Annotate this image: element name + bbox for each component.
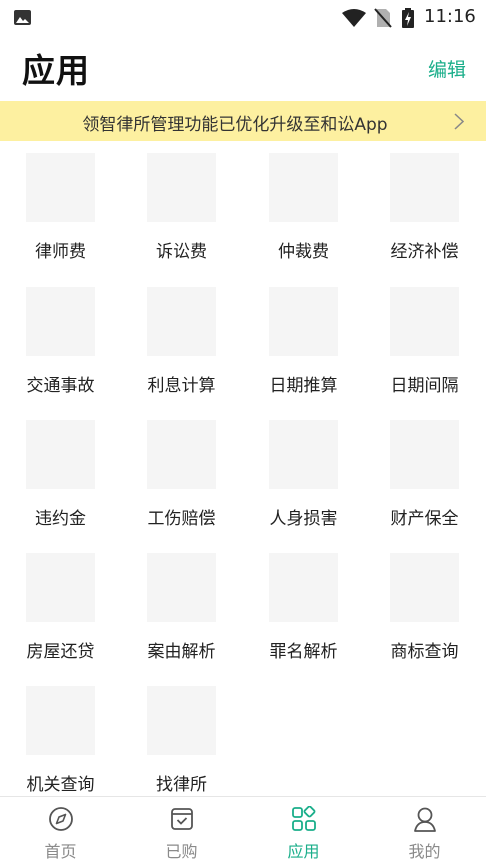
app-icon-placeholder xyxy=(269,420,338,489)
tab-label: 首页 xyxy=(44,842,77,861)
page-header: 应用 编辑 xyxy=(0,36,486,98)
app-charge-analysis[interactable]: 罪名解析 xyxy=(243,553,364,686)
app-icon-placeholder xyxy=(390,153,459,222)
tab-label: 我的 xyxy=(408,842,441,861)
tab-home[interactable]: 首页 xyxy=(0,797,121,864)
app-trademark-search[interactable]: 商标查询 xyxy=(364,553,485,686)
app-personal-injury[interactable]: 人身损害 xyxy=(243,420,364,553)
app-icon-placeholder xyxy=(269,553,338,622)
app-economic-compensation[interactable]: 经济补偿 xyxy=(364,153,485,286)
app-label: 财产保全 xyxy=(390,509,459,529)
app-case-cause[interactable]: 案由解析 xyxy=(121,553,242,686)
app-icon-placeholder xyxy=(390,553,459,622)
app-label: 利息计算 xyxy=(147,376,216,396)
app-icon-placeholder xyxy=(147,153,216,222)
edit-button[interactable]: 编辑 xyxy=(428,55,466,82)
app-label: 经济补偿 xyxy=(390,242,459,262)
app-icon-placeholder xyxy=(147,686,216,755)
tab-label: 应用 xyxy=(287,842,320,861)
app-icon-placeholder xyxy=(26,686,95,755)
app-property-preservation[interactable]: 财产保全 xyxy=(364,420,485,553)
app-label: 诉讼费 xyxy=(156,242,207,262)
app-arbitration-fee[interactable]: 仲裁费 xyxy=(243,153,364,286)
app-icon-placeholder xyxy=(390,287,459,356)
app-label: 日期间隔 xyxy=(390,376,459,396)
compass-icon xyxy=(49,807,73,831)
status-bar: 11:16 xyxy=(0,0,486,36)
app-icon-placeholder xyxy=(269,287,338,356)
app-traffic-accident[interactable]: 交通事故 xyxy=(0,287,121,420)
app-icon-placeholder xyxy=(147,553,216,622)
purchased-box-icon xyxy=(171,808,193,830)
battery-charging-icon xyxy=(402,8,414,28)
tab-mine[interactable]: 我的 xyxy=(364,797,485,864)
app-label: 人身损害 xyxy=(269,509,338,529)
bottom-tab-bar: 首页 已购 应用 我的 xyxy=(0,796,486,864)
app-work-injury[interactable]: 工伤赔偿 xyxy=(121,420,242,553)
app-icon-placeholder xyxy=(269,153,338,222)
page-title: 应用 xyxy=(22,51,90,90)
clock: 11:16 xyxy=(424,6,476,27)
app-mortgage[interactable]: 房屋还贷 xyxy=(0,553,121,686)
app-icon-placeholder xyxy=(390,420,459,489)
tab-purchased[interactable]: 已购 xyxy=(121,797,242,864)
app-icon-placeholder xyxy=(26,553,95,622)
app-label: 找律所 xyxy=(156,775,207,795)
wifi-icon xyxy=(342,9,366,27)
app-interest-calc[interactable]: 利息计算 xyxy=(121,287,242,420)
app-date-interval[interactable]: 日期间隔 xyxy=(364,287,485,420)
app-label: 案由解析 xyxy=(147,642,216,662)
app-label: 律师费 xyxy=(35,242,86,262)
user-icon xyxy=(414,807,436,832)
upgrade-notice-banner[interactable]: 领智律所管理功能已优化升级至和讼App xyxy=(0,101,486,141)
gallery-notification-icon xyxy=(14,10,31,25)
app-litigation-fee[interactable]: 诉讼费 xyxy=(121,153,242,286)
banner-text: 领智律所管理功能已优化升级至和讼App xyxy=(82,115,388,135)
app-icon-placeholder xyxy=(26,287,95,356)
no-sim-icon xyxy=(374,8,392,28)
app-label: 机关查询 xyxy=(26,775,95,795)
app-lawyer-fee[interactable]: 律师费 xyxy=(0,153,121,286)
app-icon-placeholder xyxy=(147,287,216,356)
tab-apps[interactable]: 应用 xyxy=(243,797,364,864)
app-label: 日期推算 xyxy=(269,376,338,396)
chevron-right-icon xyxy=(454,113,464,130)
app-label: 工伤赔偿 xyxy=(147,509,216,529)
apps-grid-icon xyxy=(292,806,316,831)
app-label: 违约金 xyxy=(35,509,86,529)
app-icon-placeholder xyxy=(147,420,216,489)
tab-label: 已购 xyxy=(165,842,198,861)
app-label: 房屋还贷 xyxy=(26,642,95,662)
app-label: 仲裁费 xyxy=(278,242,329,262)
app-liquidated-damages[interactable]: 违约金 xyxy=(0,420,121,553)
app-icon-placeholder xyxy=(26,153,95,222)
app-date-projection[interactable]: 日期推算 xyxy=(243,287,364,420)
app-label: 交通事故 xyxy=(26,376,95,396)
app-icon-placeholder xyxy=(26,420,95,489)
app-label: 商标查询 xyxy=(390,642,459,662)
app-label: 罪名解析 xyxy=(269,642,338,662)
